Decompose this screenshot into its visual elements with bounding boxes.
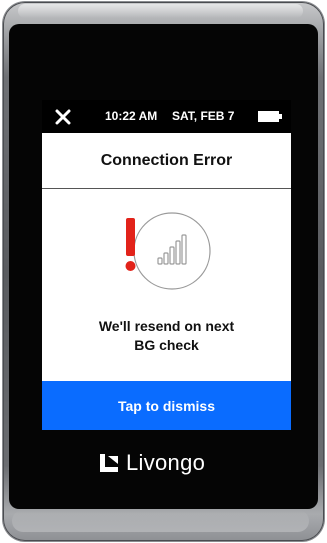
brand-name: Livongo (126, 450, 206, 475)
device-screen: 10:22 AM SAT, FEB 7 Connection Error We'… (42, 100, 291, 430)
signal-bars-icon (157, 234, 187, 265)
glucose-meter-device: 10:22 AM SAT, FEB 7 Connection Error We'… (0, 0, 327, 543)
dialog-message-line2: BG check (134, 337, 199, 353)
livongo-logo-icon (100, 454, 118, 472)
status-time: 10:22 AM (105, 109, 158, 123)
signal-circle (133, 212, 211, 290)
dialog-message: We'll resend on next BG check (42, 317, 291, 355)
brand-logo: Livongo (100, 448, 205, 478)
shell-bottom-highlight (12, 510, 309, 532)
exclamation-icon (125, 218, 136, 271)
dialog-title: Connection Error (100, 151, 233, 169)
battery-icon (258, 111, 282, 122)
close-icon[interactable] (55, 109, 71, 125)
shell-top-highlight (18, 4, 303, 18)
status-bar: 10:22 AM SAT, FEB 7 (42, 100, 291, 133)
connection-error-graphic (125, 212, 211, 290)
status-date: SAT, FEB 7 (172, 109, 235, 123)
dialog-message-line1: We'll resend on next (98, 318, 235, 334)
dialog-title-bar: Connection Error (42, 133, 291, 189)
dialog-body: We'll resend on next BG check (42, 189, 291, 381)
dismiss-button[interactable]: Tap to dismiss (42, 381, 291, 430)
